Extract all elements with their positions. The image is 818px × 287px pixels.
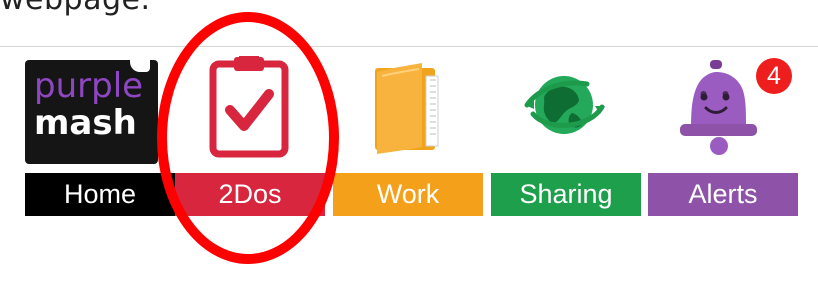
nav-item-home[interactable]: purple mash Home: [25, 56, 175, 220]
nav-item-work[interactable]: Work: [333, 56, 483, 220]
nav-label-alerts: Alerts: [648, 173, 798, 216]
logo-text-line1: purple: [34, 66, 144, 106]
top-divider: [0, 46, 818, 47]
nav-item-alerts[interactable]: 4 Alerts: [648, 56, 798, 220]
page: webpage. purple mash Home: [0, 0, 818, 287]
purple-mash-logo: purple mash: [25, 60, 158, 164]
clipboard-icon-wrap: [175, 56, 325, 168]
globe-icon-wrap: [491, 56, 641, 168]
folder-icon-wrap: [333, 56, 483, 168]
caption-text: webpage.: [0, 0, 151, 17]
globe-icon: [524, 76, 605, 134]
nav-label-sharing: Sharing: [491, 173, 641, 216]
bell-icon-wrap: 4: [648, 56, 798, 168]
nav-label-home: Home: [25, 173, 175, 216]
main-nav: purple mash Home 2Dos Work Sharing 4 Ale…: [25, 56, 798, 220]
nav-label-2dos: 2Dos: [175, 173, 325, 216]
nav-item-2dos[interactable]: 2Dos: [175, 56, 325, 220]
nav-label-work: Work: [333, 173, 483, 216]
nav-item-sharing[interactable]: Sharing: [491, 56, 641, 220]
clipboard-check-icon: [209, 56, 289, 158]
home-icon-wrap: purple mash: [25, 56, 175, 168]
alerts-badge: 4: [756, 58, 792, 94]
folder-icon: [375, 63, 439, 154]
logo-text-line2: mash: [34, 103, 137, 143]
